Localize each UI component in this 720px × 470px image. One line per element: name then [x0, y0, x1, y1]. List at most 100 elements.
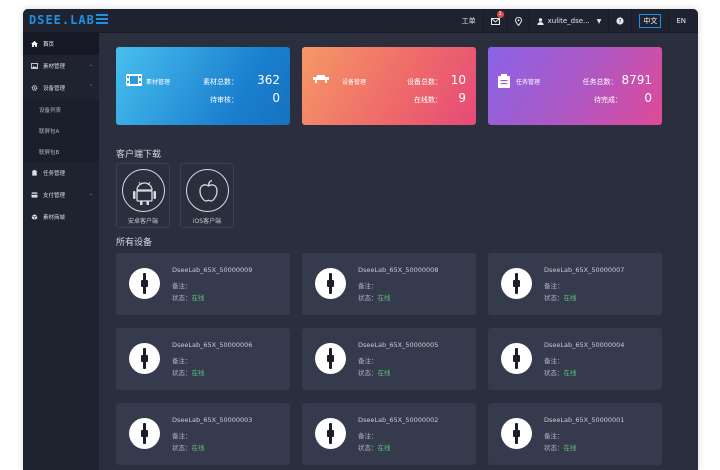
device-disc-icon	[501, 418, 532, 449]
device-card[interactable]: DseeLab_65X_50000005 备注： 状态：在线	[302, 328, 476, 390]
stat-value: 0	[272, 91, 280, 105]
device-status-value: 在线	[377, 294, 391, 302]
stat-value: 10	[450, 73, 466, 87]
device-disc-icon	[129, 268, 160, 299]
stat-row-total: 设备总数： 10	[407, 73, 466, 87]
menu-toggle-icon[interactable]	[96, 14, 108, 26]
apple-icon	[186, 169, 229, 212]
device-status-value: 在线	[563, 294, 577, 302]
sidebar-item-home[interactable]: 首页	[23, 33, 99, 55]
device-card[interactable]: DseeLab_65X_50000006 备注： 状态：在线	[116, 328, 290, 390]
sidebar-item-materials[interactable]: 素材管理 ⌄	[23, 55, 99, 77]
lang-zh-label: 中文	[639, 14, 662, 28]
device-status: 状态：在线	[544, 292, 577, 302]
sidebar-item-payment[interactable]: 支付管理 ⌄	[23, 184, 99, 206]
client-download-title: 客户端下载	[116, 150, 162, 160]
sidebar-item-screen-group-a[interactable]: 联屏包A	[23, 120, 99, 141]
ios-client-button[interactable]: iOS客户端	[180, 163, 234, 228]
android-client-button[interactable]: 安卓客户端	[116, 163, 170, 228]
device-disc-icon	[501, 268, 532, 299]
clipboard-icon	[32, 170, 37, 176]
help-button[interactable]: ?	[608, 9, 631, 33]
location-button[interactable]	[506, 9, 529, 33]
device-name: DseeLab_65X_50000001	[544, 416, 625, 424]
image-icon	[31, 63, 38, 69]
sidebar-item-tasks[interactable]: 任务管理	[23, 162, 99, 184]
device-card[interactable]: DseeLab_65X_50000002 备注： 状态：在线	[302, 403, 476, 465]
device-note: 备注：	[358, 282, 378, 290]
device-status-value: 在线	[191, 294, 205, 302]
device-status: 状态：在线	[358, 292, 391, 302]
sidebar-item-devices[interactable]: 设备管理 ⌃	[23, 77, 99, 99]
device-name: DseeLab_65X_50000009	[172, 266, 253, 274]
stat-card-devices[interactable]: 设备管理 设备总数： 10 在线数： 9	[302, 47, 476, 125]
stat-card-tasks[interactable]: 任务管理 任务总数： 8791 待完成： 0	[488, 47, 662, 125]
sidebar-item-label: 设备管理	[43, 86, 66, 92]
top-bar: DSEE.LAB 工单 1 xulite_dse... ▼ ? 中文 EN	[23, 9, 698, 33]
device-note: 备注：	[544, 432, 564, 440]
chevron-down-icon: ⌄	[88, 62, 93, 68]
header-actions: 工单 1 xulite_dse... ▼ ? 中文 EN	[455, 9, 698, 33]
device-disc-icon	[315, 268, 346, 299]
stat-row-total: 任务总数： 8791	[582, 73, 652, 87]
device-status-value: 在线	[377, 444, 391, 452]
stat-row-online: 在线数： 9	[414, 91, 466, 105]
sidebar-item-store[interactable]: 素材商城	[23, 206, 99, 228]
mail-button[interactable]: 1	[482, 9, 507, 33]
card-icon	[31, 192, 38, 198]
device-status-value: 在线	[563, 369, 577, 377]
stat-value: 9	[458, 91, 466, 105]
device-status-value: 在线	[191, 444, 205, 452]
device-card[interactable]: DseeLab_65X_50000003 备注： 状态：在线	[116, 403, 290, 465]
device-status: 状态：在线	[172, 292, 205, 302]
stat-row-pending: 待完成： 0	[594, 91, 652, 105]
ticket-link[interactable]: 工单	[455, 9, 483, 33]
device-status-label: 状态：	[358, 444, 378, 452]
sidebar-item-label: 素材管理	[43, 64, 66, 70]
lang-zh-button[interactable]: 中文	[631, 9, 668, 33]
stat-card-title: 设备管理	[342, 79, 367, 86]
chevron-down-icon: ▼	[596, 17, 602, 25]
device-disc-icon	[129, 418, 160, 449]
lang-en-button[interactable]: EN	[668, 9, 698, 33]
stat-row-total: 素材总数： 362	[203, 73, 280, 87]
device-status: 状态：在线	[172, 442, 205, 452]
cube-icon	[31, 214, 38, 220]
brand-logo[interactable]: DSEE.LAB	[29, 13, 95, 27]
device-status-label: 状态：	[172, 444, 192, 452]
device-card[interactable]: DseeLab_65X_50000007 备注： 状态：在线	[488, 253, 662, 315]
user-menu[interactable]: xulite_dse... ▼	[528, 9, 609, 33]
location-pin-icon	[514, 16, 522, 26]
device-card[interactable]: DseeLab_65X_50000008 备注： 状态：在线	[302, 253, 476, 315]
sidebar-item-label: 任务管理	[43, 171, 66, 177]
device-disc-icon	[129, 343, 160, 374]
device-status-value: 在线	[377, 369, 391, 377]
user-name: xulite_dse...	[547, 17, 590, 25]
device-note: 备注：	[544, 357, 564, 365]
stat-card-materials[interactable]: 素材管理 素材总数： 362 待审核： 0	[116, 47, 290, 125]
stat-row-pending: 待审核： 0	[210, 91, 280, 105]
chevron-down-icon: ⌄	[88, 191, 93, 197]
all-devices-title: 所有设备	[116, 238, 153, 248]
device-card[interactable]: DseeLab_65X_50000001 备注： 状态：在线	[488, 403, 662, 465]
sidebar-item-screen-group-b[interactable]: 联屏包B	[23, 141, 99, 162]
stat-card-title: 任务管理	[516, 79, 541, 86]
android-client-label: 安卓客户端	[127, 218, 158, 225]
device-card[interactable]: DseeLab_65X_50000009 备注： 状态：在线	[116, 253, 290, 315]
device-note: 备注：	[172, 357, 192, 365]
device-card[interactable]: DseeLab_65X_50000004 备注： 状态：在线	[488, 328, 662, 390]
sidebar-item-label: 素材商城	[43, 215, 66, 221]
device-status-value: 在线	[191, 369, 205, 377]
device-status-label: 状态：	[358, 294, 378, 302]
device-note: 备注：	[358, 357, 378, 365]
device-note: 备注：	[358, 432, 378, 440]
sidebar-item-device-list[interactable]: 设备列表	[23, 99, 99, 120]
device-status-label: 状态：	[544, 369, 564, 377]
device-name: DseeLab_65X_50000008	[358, 266, 439, 274]
device-name: DseeLab_65X_50000003	[172, 416, 253, 424]
stat-label: 待审核：	[210, 96, 238, 104]
device-status-label: 状态：	[358, 369, 378, 377]
device-disc-icon	[501, 343, 532, 374]
device-note: 备注：	[172, 432, 192, 440]
app-window: DSEE.LAB 工单 1 xulite_dse... ▼ ? 中文 EN 首页…	[23, 9, 698, 470]
